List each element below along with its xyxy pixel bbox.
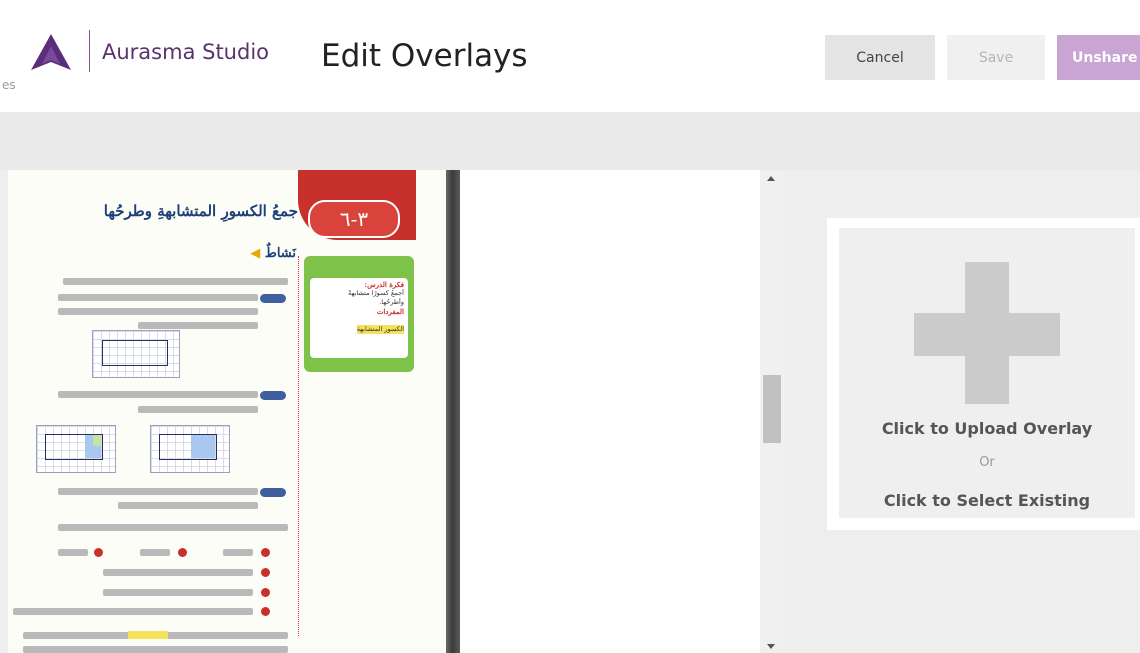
section-heading-text: نَشاطٌ [264,246,296,261]
text-line [13,608,253,615]
save-button[interactable]: Save [947,35,1045,80]
add-overlay-dropzone[interactable]: Click to Upload Overlay Or Click to Sele… [839,228,1135,518]
workspace: ٣-٦ جمعُ الكسورِ المتشابهةِ وطرحُها نَشا… [0,170,1140,653]
highlighted-term [128,631,168,639]
text-line [58,391,258,398]
text-line [58,488,258,495]
unshare-button[interactable]: Unshare [1057,35,1140,80]
exercise-number [94,548,103,557]
text-line [103,569,253,576]
exercise-number [261,607,270,616]
text-line [58,308,258,315]
lesson-title: جمعُ الكسورِ المتشابهةِ وطرحُها [103,202,298,220]
text-line [138,322,258,329]
text-line [58,549,88,556]
canvas-scrollbar[interactable] [760,170,784,653]
lesson-idea-card-body: فكرة الدرس: أجمعُ كسورًا متشابهةً وأطرحُ… [310,278,408,358]
card-vocab-word: الكسور المتشابهة [356,325,404,334]
card-title: فكرة الدرس: [364,280,404,289]
lesson-number: ٣-٦ [308,200,400,238]
lesson-idea-card: فكرة الدرس: أجمعُ كسورًا متشابهةً وأطرحُ… [304,256,414,372]
step-badge [260,391,286,400]
page-title: Edit Overlays [321,38,528,74]
logo-divider [89,30,90,72]
trigger-image-book-page: ٣-٦ جمعُ الكسورِ المتشابهةِ وطرحُها نَشا… [8,170,448,653]
text-line [118,502,258,509]
card-line-2: وأطرحُها. [379,298,404,306]
grid-figure-1 [92,330,180,378]
scroll-down-arrow-icon[interactable] [767,644,775,649]
exercise-number [261,568,270,577]
text-line [23,646,288,653]
exercise-number [261,588,270,597]
aurasma-logo-icon[interactable] [31,34,71,70]
page-dotted-border [298,256,299,636]
text-line [103,589,253,596]
text-line [58,524,288,531]
book-spine [446,170,460,653]
triangle-icon: ◀ [250,246,261,261]
select-existing-link[interactable]: Click to Select Existing [839,491,1135,510]
trigger-image-canvas[interactable]: ٣-٦ جمعُ الكسورِ المتشابهةِ وطرحُها نَشا… [8,170,760,653]
scroll-up-arrow-icon[interactable] [767,176,775,181]
text-line [138,406,258,413]
upload-overlay-link[interactable]: Click to Upload Overlay [839,419,1135,438]
text-line [63,278,288,285]
text-line [140,549,170,556]
text-line [223,549,253,556]
step-badge [260,294,286,303]
or-separator: Or [979,455,995,470]
exercise-number [261,548,270,557]
book-blank-page [460,170,760,653]
header: es Aurasma Studio Edit Overlays Cancel S… [0,0,1140,112]
plus-icon[interactable] [914,262,1060,404]
overlay-panel: Click to Upload Overlay Or Click to Sele… [827,218,1140,530]
breadcrumb-fragment[interactable]: es [2,78,16,92]
toolbar-strip [0,112,1140,170]
grid-figure-2 [36,425,116,473]
scrollbar-thumb[interactable] [763,375,781,443]
grid-figure-3 [150,425,230,473]
cancel-button[interactable]: Cancel [825,35,935,80]
text-line [58,294,258,301]
exercise-number [178,548,187,557]
brand-name[interactable]: Aurasma Studio [102,40,269,64]
card-line-1: أجمعُ كسورًا متشابهةً [348,289,404,297]
card-vocab-title: المفردات [376,307,404,316]
section-heading: نَشاطٌ ◀ [218,246,296,261]
step-badge [260,488,286,497]
